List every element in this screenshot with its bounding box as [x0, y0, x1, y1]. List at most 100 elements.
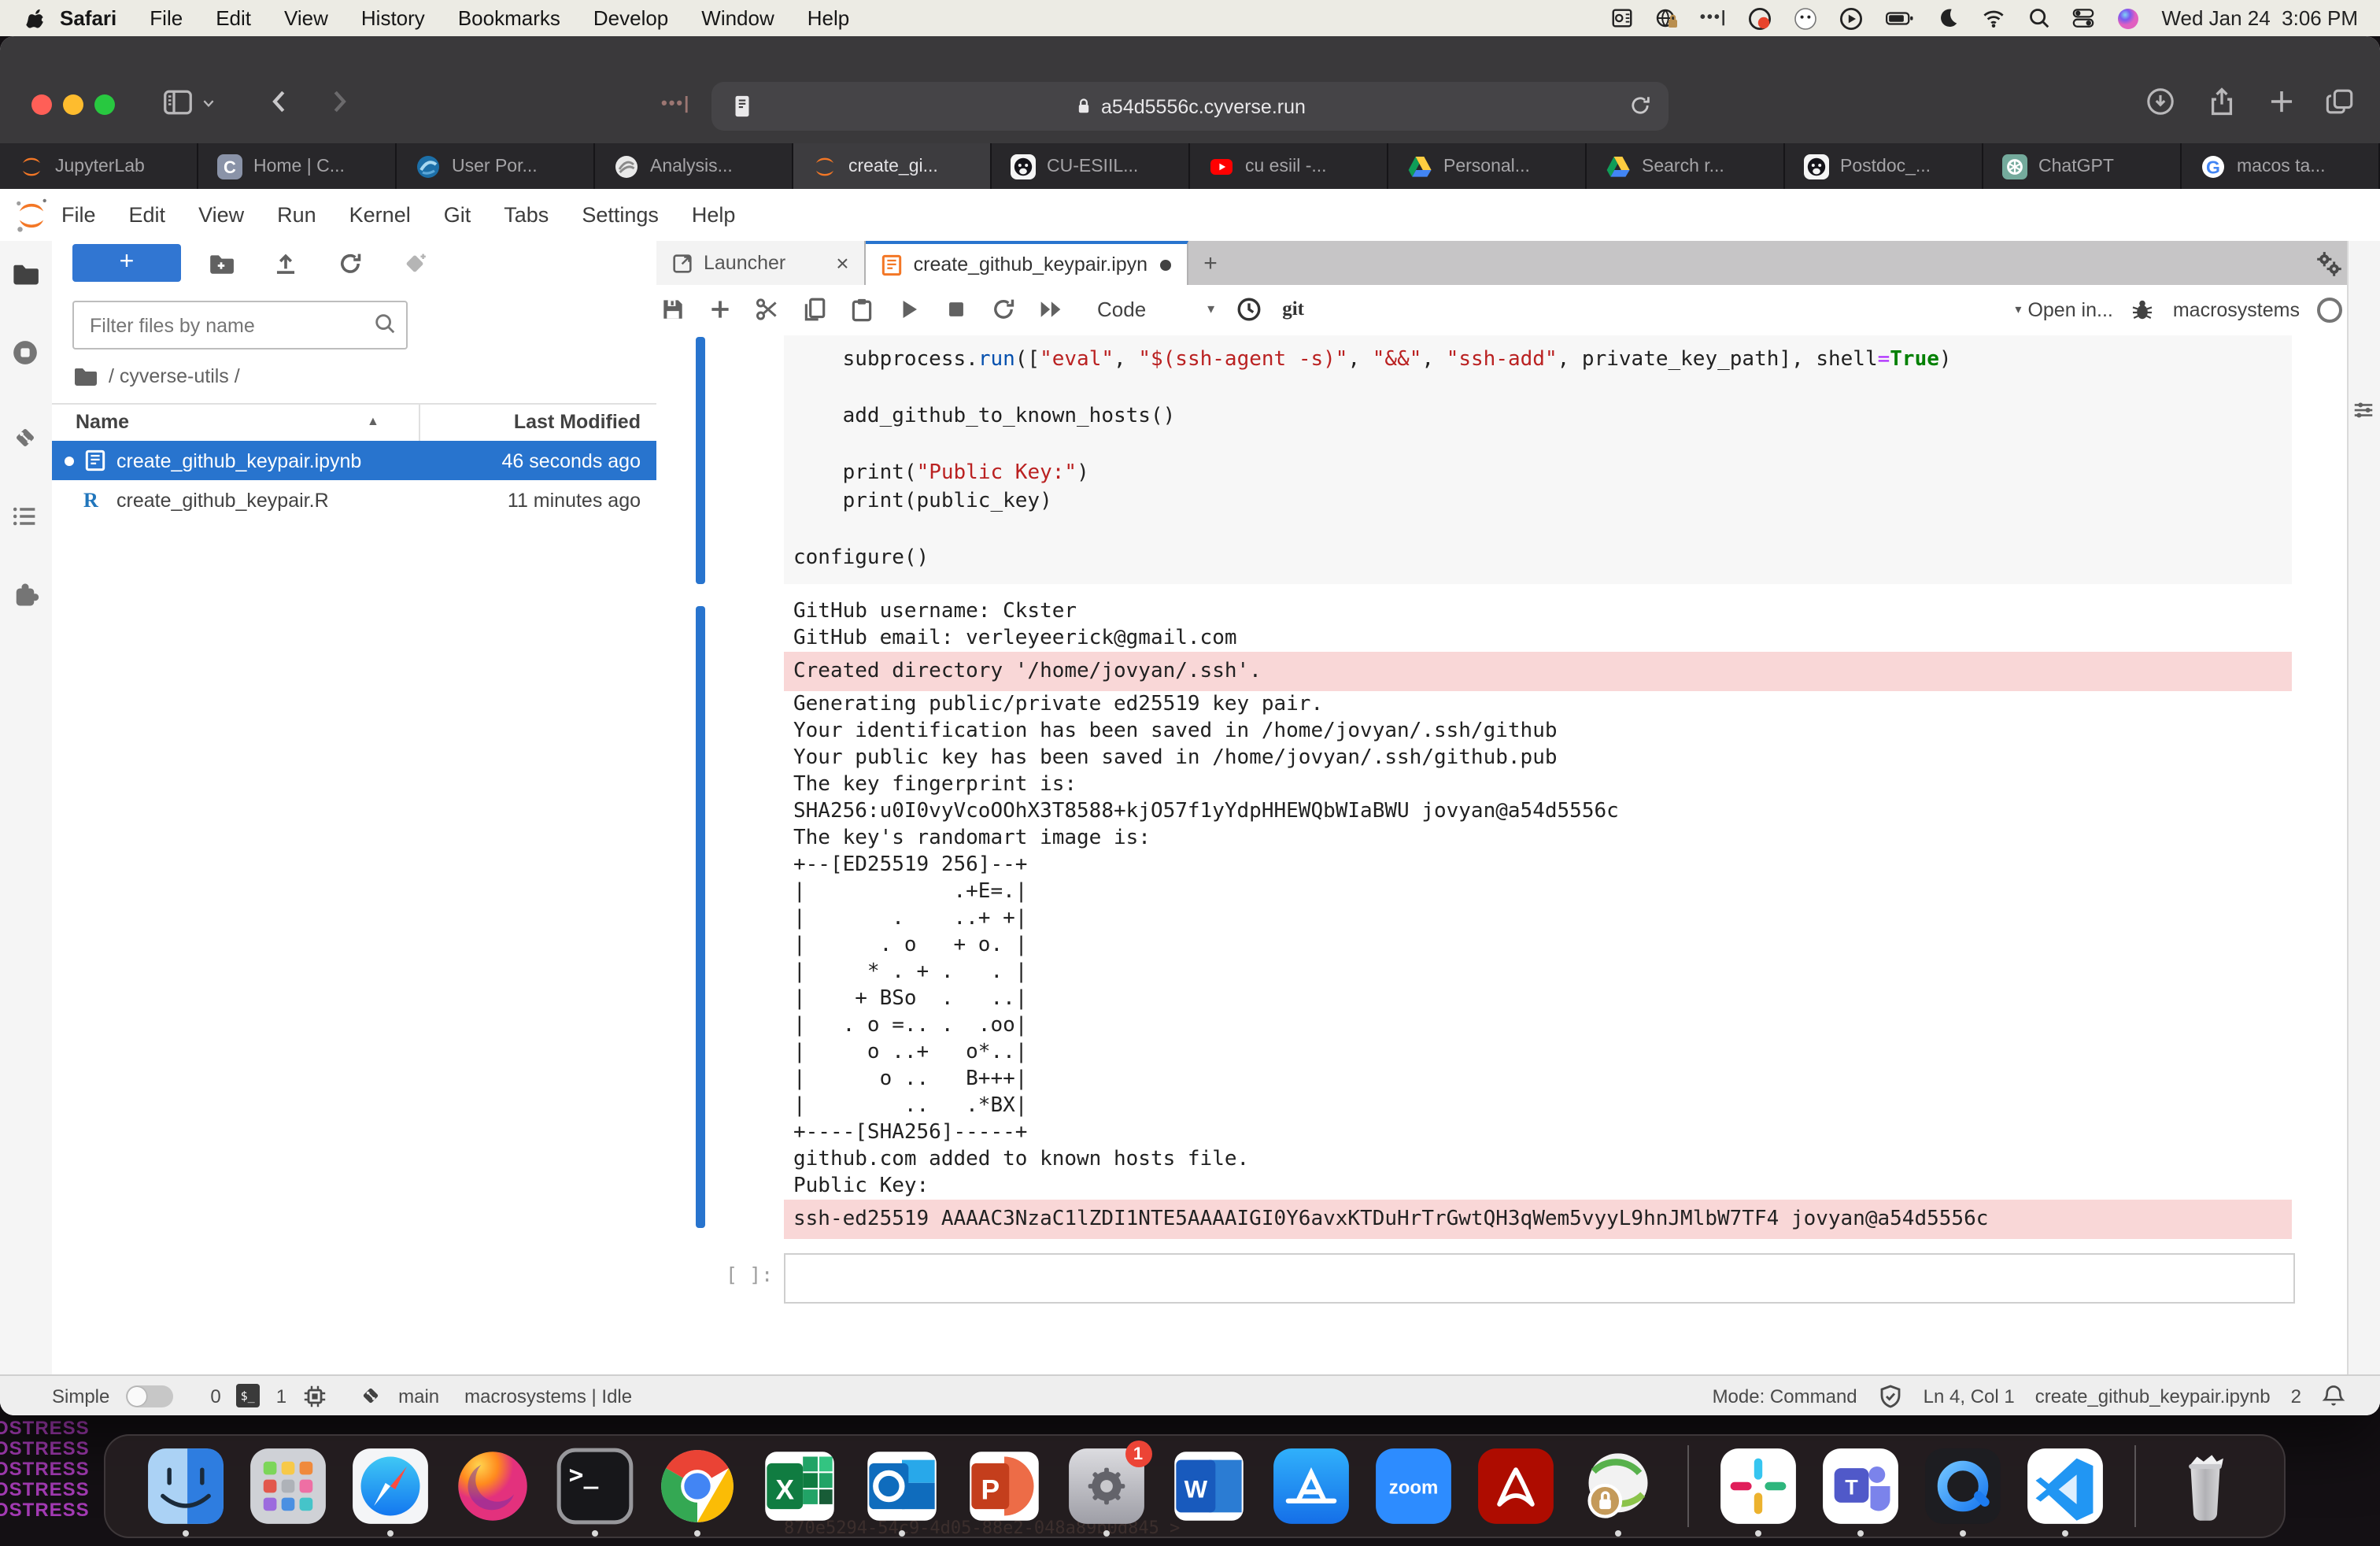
paste-icon[interactable]	[848, 296, 875, 323]
output-collapser[interactable]	[696, 606, 705, 1228]
siri-icon[interactable]	[2116, 6, 2141, 31]
dock-anyconnect[interactable]	[1578, 1447, 1657, 1526]
back-button[interactable]	[264, 87, 294, 117]
new-doc-tab-button[interactable]: +	[1188, 241, 1232, 285]
file-browser-icon[interactable]	[11, 260, 39, 288]
dock-appstore[interactable]	[1271, 1447, 1350, 1526]
reload-icon[interactable]	[1628, 93, 1653, 118]
code-cell[interactable]: subprocess.run(["eval", "$(ssh-agent -s)…	[784, 335, 2292, 584]
input-collapser[interactable]	[696, 337, 705, 584]
dock-acrobat[interactable]	[1476, 1447, 1554, 1526]
cell-type-dropdown[interactable]: Code	[1097, 298, 1146, 321]
save-icon[interactable]	[660, 296, 686, 323]
dock-safari[interactable]	[350, 1447, 429, 1526]
chevron-down-icon[interactable]: ▾	[1207, 301, 1214, 318]
sidebar-toggle-icon[interactable]	[162, 87, 194, 118]
menubar-edit[interactable]: Edit	[216, 6, 251, 30]
running-sessions-icon[interactable]	[11, 338, 39, 367]
cut-icon[interactable]	[754, 296, 781, 323]
restart-kernel-icon[interactable]	[990, 296, 1017, 323]
safari-tab-7[interactable]: Personal...	[1388, 143, 1587, 189]
dock-terminal[interactable]: >_	[555, 1447, 634, 1526]
sort-ascending-icon[interactable]: ▲	[367, 414, 379, 428]
dock-vscode[interactable]	[2025, 1447, 2104, 1526]
simple-mode-toggle[interactable]	[125, 1385, 172, 1407]
insert-cell-icon[interactable]	[707, 296, 734, 323]
safari-tab-2[interactable]: User Por...	[397, 143, 595, 189]
extension-icon[interactable]: •••|	[661, 94, 690, 113]
jl-menu-file[interactable]: File	[61, 203, 96, 227]
menubar-develop[interactable]: Develop	[593, 6, 668, 30]
filter-files-box[interactable]	[72, 301, 408, 350]
property-inspector-icon[interactable]	[2352, 398, 2375, 422]
dock-finder[interactable]	[146, 1447, 224, 1526]
address-bar[interactable]: a54d5556c.cyverse.run	[711, 82, 1669, 131]
safari-tab-10[interactable]: ChatGPT	[1983, 143, 2182, 189]
window-close-button[interactable]	[31, 94, 52, 115]
window-minimize-button[interactable]	[63, 94, 83, 115]
recording-status-icon[interactable]	[1747, 6, 1772, 31]
dock-excel[interactable]: X	[759, 1447, 838, 1526]
dock-launchpad[interactable]	[248, 1447, 327, 1526]
notification-count[interactable]: 2	[2291, 1385, 2301, 1407]
safari-tab-8[interactable]: Search r...	[1587, 143, 1785, 189]
tab-overview-icon[interactable]	[2325, 87, 2355, 117]
name-column-header[interactable]: Name	[76, 411, 129, 433]
dock-slack[interactable]	[1718, 1447, 1797, 1526]
smiley-app-icon[interactable]	[1793, 6, 1818, 31]
sidebar-chevron-icon[interactable]	[201, 96, 216, 110]
stop-icon[interactable]	[943, 296, 970, 323]
safari-tab-9[interactable]: Postdoc_...	[1785, 143, 1983, 189]
doc-tab[interactable]: create_github_keypair.ipyn	[867, 241, 1188, 285]
reader-page-icon[interactable]	[729, 93, 756, 120]
dock-chrome[interactable]	[657, 1447, 736, 1526]
home-folder-icon[interactable]	[72, 364, 98, 389]
dock-settings[interactable]: 1	[1066, 1447, 1145, 1526]
kernel-name[interactable]: macrosystems	[2173, 298, 2300, 320]
battery-icon[interactable]	[1884, 6, 1916, 30]
git-icon[interactable]	[11, 423, 39, 452]
history-clock-icon[interactable]	[1235, 296, 1262, 323]
new-launcher-button[interactable]: +	[72, 244, 181, 282]
kernel-status-icon[interactable]	[2317, 297, 2342, 322]
safari-tab-5[interactable]: CU-ESIIL...	[992, 143, 1190, 189]
new-folder-icon[interactable]	[208, 250, 235, 277]
jl-menu-settings[interactable]: Settings	[582, 203, 659, 227]
jl-menu-git[interactable]: Git	[444, 203, 471, 227]
breadcrumb[interactable]: / cyverse-utils /	[72, 364, 240, 389]
git-branch-name[interactable]: main	[398, 1385, 439, 1407]
close-tab-icon[interactable]: ×	[836, 250, 848, 276]
command-mode-label[interactable]: Mode: Command	[1713, 1385, 1857, 1407]
file-row[interactable]: Rcreate_github_keypair.R11 minutes ago	[52, 480, 656, 520]
git-clone-icon[interactable]	[401, 250, 428, 277]
copy-icon[interactable]	[801, 296, 828, 323]
git-branch-icon[interactable]	[359, 1384, 382, 1407]
play-circle-icon[interactable]	[1839, 6, 1864, 31]
code-editor[interactable]: subprocess.run(["eval", "$(ssh-agent -s)…	[793, 346, 1952, 573]
jl-menu-help[interactable]: Help	[692, 203, 736, 227]
filter-files-input[interactable]	[87, 304, 360, 346]
menubar-bookmarks[interactable]: Bookmarks	[458, 6, 560, 30]
control-center-icon[interactable]	[2071, 6, 2095, 30]
menubar-file[interactable]: File	[150, 6, 183, 30]
spotlight-search-icon[interactable]	[2027, 6, 2051, 30]
safari-tab-3[interactable]: Analysis...	[595, 143, 793, 189]
run-icon[interactable]	[896, 296, 922, 323]
jl-menu-run[interactable]: Run	[277, 203, 316, 227]
refresh-icon[interactable]	[337, 250, 364, 277]
share-icon[interactable]	[2207, 87, 2237, 117]
jl-menu-tabs[interactable]: Tabs	[504, 203, 549, 227]
jl-menu-kernel[interactable]: Kernel	[349, 203, 411, 227]
terminal-count[interactable]: 0	[210, 1385, 220, 1407]
jl-menu-edit[interactable]: Edit	[129, 203, 166, 227]
new-tab-icon[interactable]	[2267, 87, 2297, 117]
table-of-contents-icon[interactable]	[11, 502, 39, 531]
run-all-icon[interactable]	[1037, 296, 1064, 323]
empty-code-cell[interactable]	[784, 1253, 2295, 1304]
safari-tab-6[interactable]: cu esiil -...	[1190, 143, 1388, 189]
open-in-dropdown[interactable]: ▾Open in...	[2015, 298, 2112, 320]
cursor-position[interactable]: Ln 4, Col 1	[1924, 1385, 2015, 1407]
dock-trash[interactable]	[2165, 1447, 2244, 1526]
statusbar-filename[interactable]: create_github_keypair.ipynb	[2035, 1385, 2271, 1407]
file-row[interactable]: create_github_keypair.ipynb46 seconds ag…	[52, 441, 656, 480]
